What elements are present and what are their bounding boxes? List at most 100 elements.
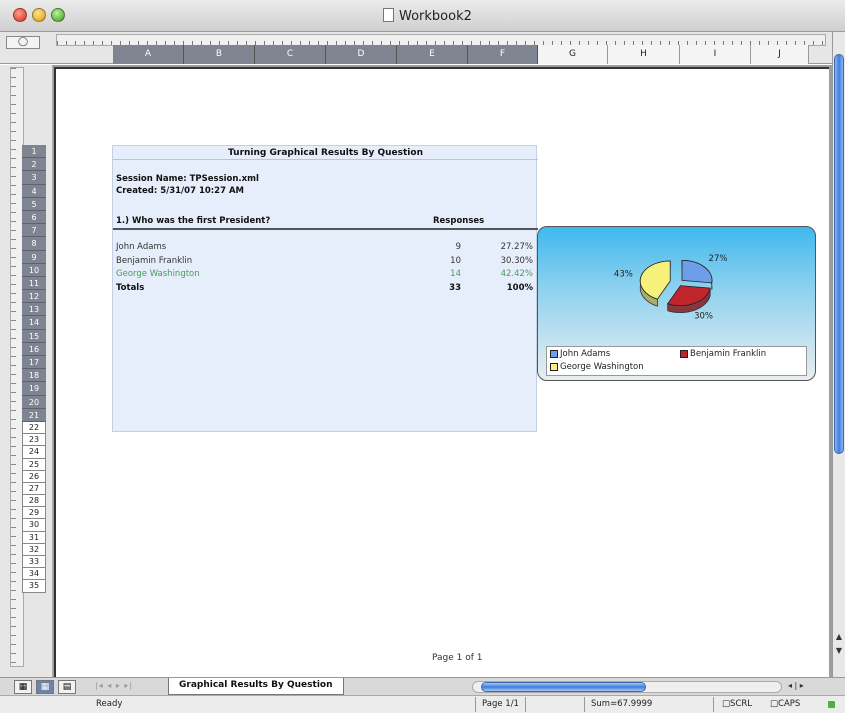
row-header[interactable]: 26 [22,470,46,483]
column-header[interactable]: J [751,45,809,64]
column-header[interactable]: H [608,45,680,64]
window-title: Workbook2 [399,9,472,24]
answer-label: Benjamin Franklin [116,256,193,266]
column-header[interactable]: A [113,45,184,64]
answer-percent: 27.27% [500,242,533,252]
row-header[interactable]: 6 [22,210,46,225]
column-header[interactable]: F [468,45,538,64]
column-header[interactable]: B [184,45,255,64]
pie-chart[interactable]: 27% 30% 43% John Adams Benjamin Franklin G… [537,226,816,381]
row-header[interactable]: 8 [22,237,46,251]
select-all-button[interactable]: ◯ [6,36,40,49]
horizontal-scroll-arrows-icon[interactable]: ◂ | ▸ [788,681,804,690]
row-header[interactable]: 17 [22,356,46,370]
column-header[interactable]: I [680,45,751,64]
row-header[interactable]: 20 [22,395,46,409]
status-page: Page 1/1 [475,697,526,712]
row-header[interactable]: 31 [22,531,46,544]
row-header[interactable]: 32 [22,543,46,556]
scroll-up-icon[interactable]: ▲ [834,632,844,644]
row-header[interactable]: 16 [22,342,46,356]
status-indicator-icon [828,701,835,708]
minimize-window-button[interactable] [32,8,46,22]
pie-slice [681,259,713,284]
answer-percent: 30.30% [500,256,533,266]
legend-item: George Washington [550,362,644,372]
row-header[interactable]: 23 [22,434,46,447]
row-header[interactable]: 13 [22,303,46,317]
answer-label-correct: George Washington [116,269,200,279]
answer-count: 9 [455,242,461,252]
row-header[interactable]: 35 [22,580,46,593]
column-header[interactable]: C [255,45,326,64]
zoom-window-button[interactable] [51,8,65,22]
row-header[interactable]: 22 [22,421,46,435]
sheet-tab-bar: ▦ ▦ ▤ |◂ ◂ ▸ ▸| Graphical Results By Que… [0,677,845,695]
row-header[interactable]: 21 [22,408,46,422]
chart-legend: John Adams Benjamin Franklin George Wash… [546,346,807,376]
row-header[interactable]: 24 [22,446,46,459]
title-bar: Workbook2 [0,0,845,32]
row-header[interactable]: 33 [22,556,46,569]
row-header[interactable]: 4 [22,184,46,198]
totals-percent: 100% [506,283,533,293]
pie-data-label: 27% [709,254,728,264]
document-icon [383,8,394,22]
vertical-scrollbar[interactable]: ▲ ▼ [832,32,845,677]
row-header[interactable]: 28 [22,495,46,508]
vertical-scroll-thumb[interactable] [834,54,844,454]
page-break-view-button[interactable]: ▤ [58,680,76,694]
answer-count: 10 [450,256,461,266]
row-header[interactable]: 34 [22,568,46,581]
legend-swatch [550,363,558,371]
pie-data-label: 43% [614,270,633,280]
row-header[interactable]: 9 [22,250,46,264]
legend-item: John Adams [550,349,610,359]
row-header[interactable]: 15 [22,329,46,343]
close-window-button[interactable] [13,8,27,22]
row-header[interactable]: 18 [22,369,46,383]
row-header[interactable]: 12 [22,290,46,304]
answer-label: John Adams [116,242,167,252]
page-number-footer: Page 1 of 1 [432,653,483,663]
question-text: 1.) Who was the first President? [116,216,271,226]
row-header[interactable]: 25 [22,458,46,471]
row-header[interactable]: 30 [22,519,46,532]
horizontal-scrollbar[interactable] [472,681,782,693]
totals-label: Totals [116,283,145,293]
row-headers: 1 2 3 4 5 6 7 8 9 10 11 12 13 14 15 16 17 18 19 20 21 22 23 24 2… [22,145,46,593]
page-layout-view-button[interactable]: ▦ [36,680,54,694]
results-report[interactable]: Turning Graphical Results By Question Se… [112,145,538,432]
normal-view-button[interactable]: ▦ [14,680,32,694]
session-name: Session Name: TPSession.xml [116,174,259,184]
scroll-down-icon[interactable]: ▼ [834,646,844,658]
row-header[interactable]: 10 [22,263,46,277]
row-header[interactable]: 29 [22,507,46,520]
status-sum: Sum=67.9999 [584,697,714,712]
column-header[interactable]: E [397,45,468,64]
sheet-navigation-arrows[interactable]: |◂ ◂ ▸ ▸| [95,681,133,690]
row-header[interactable]: 5 [22,197,46,211]
legend-label: John Adams [560,349,611,359]
row-header[interactable]: 27 [22,482,46,496]
row-header[interactable]: 7 [22,224,46,238]
sheet-tab[interactable]: Graphical Results By Question [168,678,344,695]
legend-swatch [550,350,558,358]
row-header[interactable]: 11 [22,276,46,291]
column-headers: ABCDEFGHIJ [113,45,829,64]
row-header[interactable]: 3 [22,171,46,185]
column-header[interactable]: G [538,45,608,64]
legend-swatch [680,350,688,358]
report-title: Turning Graphical Results By Question [228,148,423,158]
pie-data-label: 30% [694,311,713,321]
row-header[interactable]: 2 [22,158,46,172]
title-divider [113,159,538,160]
row-header[interactable]: 19 [22,382,46,396]
horizontal-scroll-thumb[interactable] [481,682,646,692]
column-header[interactable]: D [326,45,397,64]
question-divider [113,228,538,230]
answer-count: 14 [450,269,461,279]
row-header[interactable]: 14 [22,316,46,330]
legend-item: Benjamin Franklin [680,349,766,359]
row-header[interactable]: 1 [22,145,46,159]
